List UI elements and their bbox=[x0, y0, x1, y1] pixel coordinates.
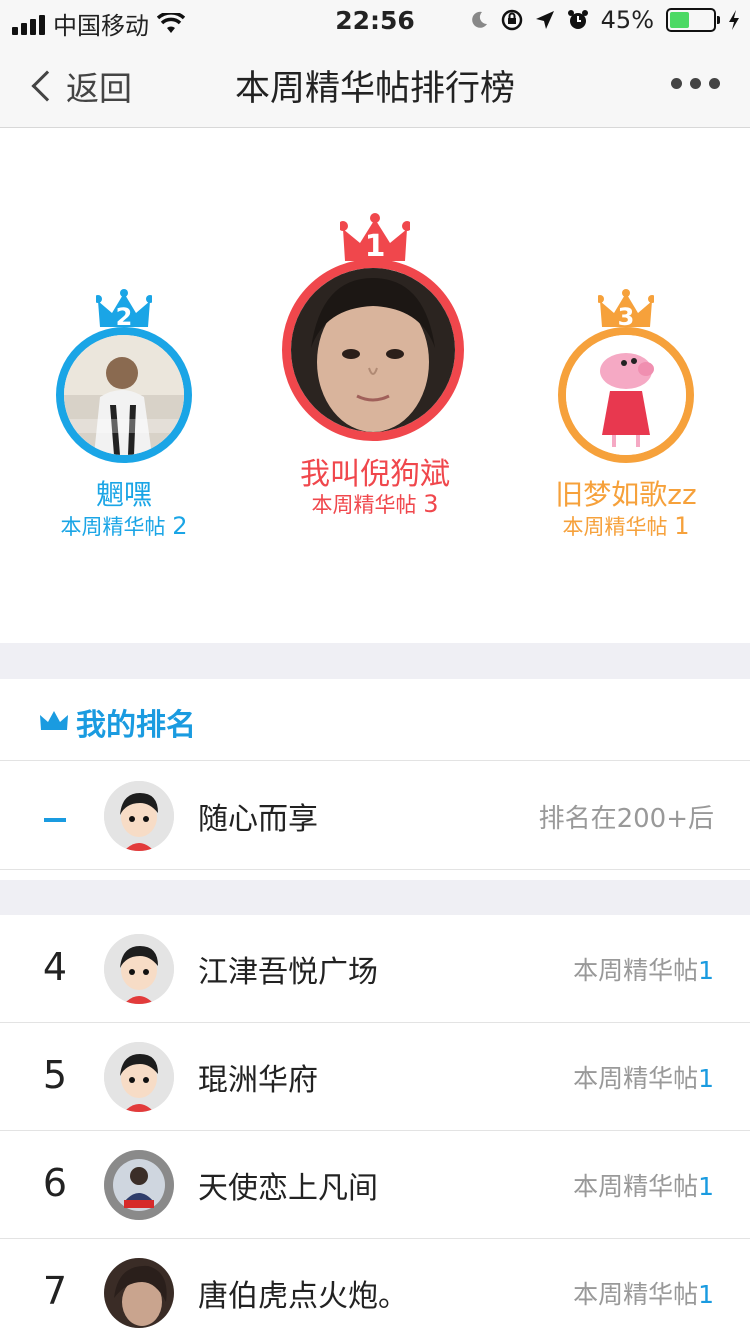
avatar bbox=[104, 1042, 174, 1112]
crown-icon bbox=[40, 711, 68, 730]
essence-count-value: 1 bbox=[698, 956, 714, 985]
avatar bbox=[104, 934, 174, 1004]
rank-status: 排名在200+后 bbox=[538, 804, 714, 834]
nav-bar: 返回 本周精华帖排行榜 bbox=[0, 40, 750, 128]
rank-number: 5 bbox=[42, 1053, 68, 1097]
podium-rank-3[interactable]: 3 旧梦如歌zz 本周精华帖 1 bbox=[526, 289, 726, 541]
list-item[interactable]: 7 唐伯虎点火炮。 本周精华帖1 bbox=[0, 1239, 750, 1334]
essence-label: 本周精华帖 bbox=[573, 1172, 699, 1201]
avatar bbox=[558, 327, 694, 463]
list-item[interactable]: 4 江津吾悦广场 本周精华帖1 bbox=[0, 915, 750, 1023]
battery-icon bbox=[666, 8, 720, 32]
more-dot-icon bbox=[671, 78, 682, 89]
user-name: 随心而享 bbox=[198, 802, 318, 837]
section-divider bbox=[0, 880, 750, 915]
my-rank-title: 我的排名 bbox=[76, 708, 196, 743]
podium-name: 旧梦如歌zz bbox=[555, 478, 697, 511]
essence-count: 本周精华帖1 bbox=[573, 1275, 714, 1311]
podium-count-value: 1 bbox=[674, 512, 690, 540]
top-three-podium: 2 魍嘿 本周精华帖 2 1 我叫倪狗斌 本周精华帖 3 3 旧梦如歌zz 本周… bbox=[0, 129, 750, 643]
podium-rank-2[interactable]: 2 魍嘿 本周精华帖 2 bbox=[24, 289, 224, 541]
avatar bbox=[104, 781, 174, 851]
moon-icon bbox=[471, 11, 487, 28]
user-name: 江津吾悦广场 bbox=[198, 955, 378, 990]
essence-count-value: 1 bbox=[698, 1172, 714, 1201]
more-button[interactable] bbox=[671, 78, 720, 89]
battery-fill bbox=[670, 12, 689, 28]
section-divider bbox=[0, 643, 750, 679]
podium-name: 我叫倪狗斌 bbox=[300, 457, 450, 492]
crown-icon: 2 bbox=[94, 289, 154, 331]
podium-name: 魍嘿 bbox=[95, 478, 152, 511]
alarm-icon bbox=[567, 10, 588, 29]
rank-number: 6 bbox=[42, 1161, 68, 1205]
list-item[interactable]: 6 天使恋上凡间 本周精华帖1 bbox=[0, 1131, 750, 1239]
rotation-lock-icon bbox=[501, 9, 522, 31]
essence-count: 本周精华帖1 bbox=[573, 1167, 714, 1203]
location-icon bbox=[535, 11, 554, 29]
list-item[interactable]: 5 琨洲华府 本周精华帖1 bbox=[0, 1023, 750, 1131]
podium-count-label: 本周精华帖 bbox=[60, 515, 166, 539]
user-name: 唐伯虎点火炮。 bbox=[198, 1279, 408, 1314]
crown-icon: 3 bbox=[596, 289, 656, 331]
podium-rank-1[interactable]: 1 我叫倪狗斌 本周精华帖 3 bbox=[270, 213, 480, 523]
status-bar: 中国移动 22:56 45% bbox=[0, 0, 750, 40]
rank-dash bbox=[44, 818, 66, 822]
essence-label: 本周精华帖 bbox=[573, 956, 699, 985]
podium-count: 本周精华帖 2 bbox=[24, 511, 224, 541]
essence-count-value: 1 bbox=[698, 1064, 714, 1093]
podium-count-label: 本周精华帖 bbox=[311, 493, 417, 517]
podium-count-value: 2 bbox=[172, 512, 188, 540]
essence-label: 本周精华帖 bbox=[573, 1280, 699, 1309]
charging-icon bbox=[729, 10, 739, 30]
my-rank-row[interactable]: 随心而享 排名在200+后 bbox=[0, 762, 750, 870]
more-dot-icon bbox=[709, 78, 720, 89]
user-name: 琨洲华府 bbox=[198, 1063, 318, 1098]
rank-number: 4 bbox=[42, 945, 68, 989]
my-rank-header: 我的排名 bbox=[0, 679, 750, 761]
essence-label: 本周精华帖 bbox=[573, 1064, 699, 1093]
avatar bbox=[104, 1150, 174, 1220]
avatar bbox=[56, 327, 192, 463]
crown-icon: 1 bbox=[338, 213, 412, 264]
status-right: 45% bbox=[469, 6, 740, 34]
essence-count: 本周精华帖1 bbox=[573, 1059, 714, 1095]
more-dot-icon bbox=[690, 78, 701, 89]
user-name: 天使恋上凡间 bbox=[198, 1171, 378, 1206]
podium-count-label: 本周精华帖 bbox=[562, 515, 668, 539]
avatar bbox=[104, 1258, 174, 1328]
essence-count-value: 1 bbox=[698, 1280, 714, 1309]
avatar bbox=[282, 259, 464, 441]
battery-percent: 45% bbox=[600, 6, 654, 34]
page-title: 本周精华帖排行榜 bbox=[234, 69, 515, 109]
podium-count: 本周精华帖 1 bbox=[526, 511, 726, 541]
essence-count: 本周精华帖1 bbox=[573, 951, 714, 987]
podium-count-value: 3 bbox=[423, 490, 439, 518]
podium-count: 本周精华帖 3 bbox=[270, 489, 480, 519]
rank-number: 7 bbox=[42, 1269, 68, 1313]
